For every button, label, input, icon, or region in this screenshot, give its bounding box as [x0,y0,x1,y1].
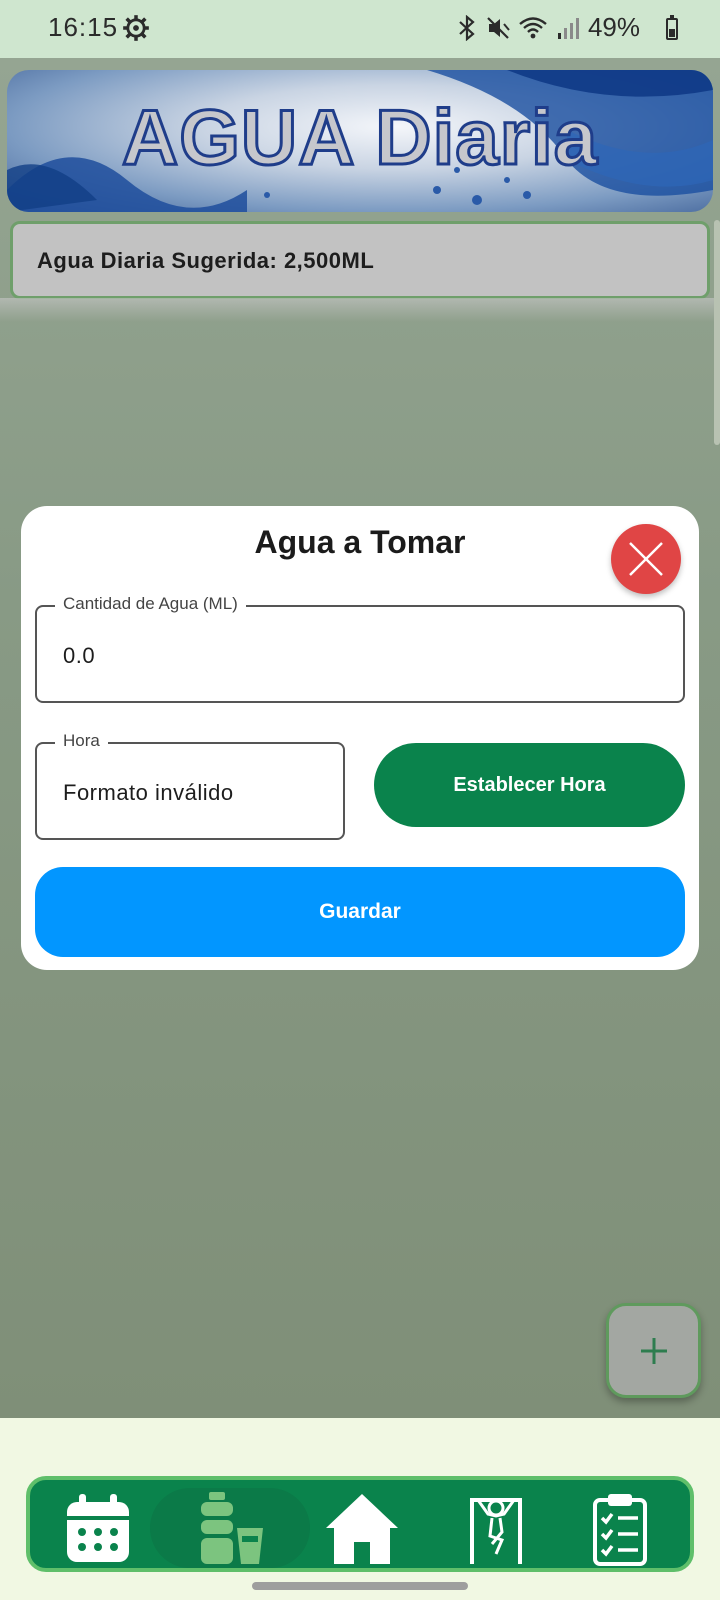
bluetooth-icon [459,14,475,41]
hour-value: Formato inválido [63,780,234,805]
add-fab-button[interactable] [606,1303,701,1398]
water-bottle-icon [201,1492,263,1564]
close-dialog-button[interactable] [611,524,681,594]
mute-icon [487,16,510,39]
set-hour-button[interactable]: Establecer Hora [374,743,685,827]
battery-icon [666,15,678,40]
signal-icon [557,17,579,39]
banner-title: AGUA Diaria [120,92,599,183]
nav-item-calendar[interactable] [56,1488,140,1568]
nav-item-home[interactable] [320,1488,404,1568]
home-icon [326,1494,398,1564]
suggested-water-card: Agua Diaria Sugerida: 2,500ML [10,221,710,299]
scrollbar[interactable] [714,220,720,445]
nav-item-exercise[interactable] [454,1488,538,1568]
hour-label: Hora [55,731,108,751]
nav-item-checklist[interactable] [578,1488,662,1568]
card-shadow [0,298,720,322]
water-amount-value: 0.0 [63,643,96,668]
clipboard-checklist-icon [593,1494,647,1566]
nav-item-water[interactable] [188,1488,272,1568]
dialog-title: Agua a Tomar [254,524,466,560]
water-amount-field[interactable]: Cantidad de Agua (ML) 0.0 [35,594,685,703]
hour-field[interactable]: Hora Formato inválido [35,731,345,840]
bottom-navigation [26,1476,694,1572]
exercise-icon [470,1498,522,1564]
status-icons: 49% [456,12,662,43]
suggested-water-text: Agua Diaria Sugerida: 2,500ML [37,248,375,273]
home-gesture-indicator[interactable] [252,1582,468,1590]
status-bar: 16:15 49% [0,0,720,58]
close-icon [629,542,663,576]
wifi-icon [519,16,547,38]
water-amount-label: Cantidad de Agua (ML) [55,594,246,614]
status-time: 16:15 [48,12,119,42]
plus-icon [640,1337,667,1364]
save-button[interactable]: Guardar [35,867,685,957]
calendar-icon [67,1494,129,1562]
gear-icon [123,15,149,41]
header-banner: AGUA Diaria [7,70,713,212]
battery-percentage: 49% [587,12,640,42]
add-water-dialog: Agua a Tomar Cantidad de Agua (ML) 0.0 H… [21,506,699,970]
